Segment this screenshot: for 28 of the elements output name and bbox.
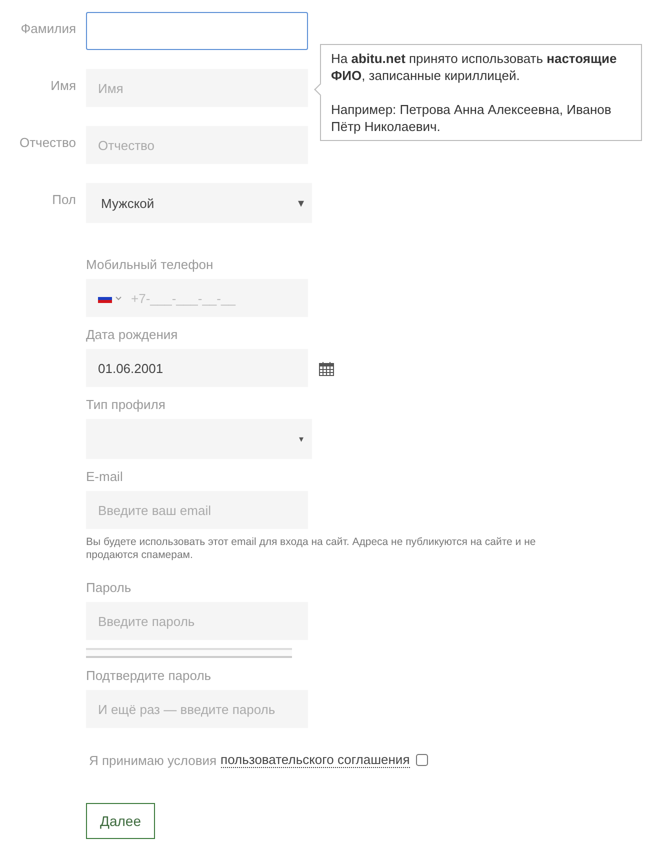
dropdown-arrow: ▾ [299,434,304,444]
profile-type-select[interactable]: ▾ [86,419,312,459]
tooltip-text: На abitu.net принято использовать настоящие ФИО, записанные кириллицей. [331,50,618,84]
gender-select[interactable]: Мужской ▾ [86,183,312,223]
tooltip-text: Например: Петрова Анна Алексеевна, Иванов Пётр Николаевич. [331,101,612,135]
agreement-checkbox[interactable] [416,754,428,766]
field-label: Отчество [18,134,76,150]
field-label: Пол [51,191,76,207]
field-label: Тип профиля [86,397,166,412]
agreement-link[interactable]: пользовательского соглашения [220,752,410,768]
password-field[interactable]: Введите пароль [86,602,308,640]
date-field[interactable]: 01.06.2001 [86,349,308,387]
select-value: Мужской [101,196,154,210]
field-label: Дата рождения [86,327,179,342]
phone-placeholder: +7-___-___-__-__ [131,290,236,306]
field-label: Мобильный телефон [86,257,214,272]
chevron-icon [115,296,122,300]
input-field[interactable] [86,12,308,50]
dropdown-arrow: ▾ [298,196,304,210]
field-label: Подтвердите пароль [86,668,212,683]
field-label: Фамилия [20,20,76,36]
next-button[interactable]: Далее [86,803,156,839]
hint-text: Вы будете использовать этот email для входа на сайт. Адреса не публикуются на сайте и не продаются спамерам. [86,536,536,562]
calendar-icon[interactable] [319,360,334,376]
field-label: E-mail [86,469,124,484]
field-label: Пароль [86,580,132,595]
agreement-text: Я принимаю условия [89,752,217,768]
field-label: Имя [50,77,76,93]
